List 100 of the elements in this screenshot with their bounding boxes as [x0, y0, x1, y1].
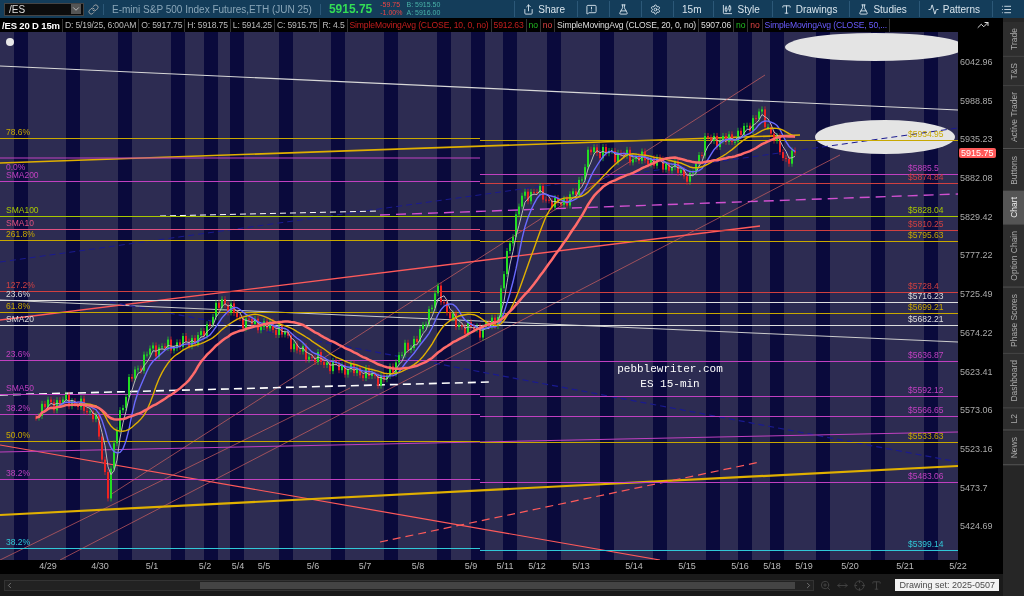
level-label: 0.0%: [6, 162, 26, 172]
studies-button[interactable]: Studies: [849, 1, 915, 17]
date-axis-label: 5/7: [358, 561, 372, 571]
interval-button[interactable]: 15m: [673, 1, 710, 17]
price-axis-label: 5473.7: [959, 481, 989, 494]
level-label: 38.2%: [6, 537, 31, 547]
price-axis-label: 5725.49: [959, 288, 994, 301]
info-field: /ES 20 D 15m: [0, 18, 63, 32]
price-label: $5828.04: [908, 205, 944, 215]
info-field: no: [526, 18, 541, 32]
date-axis-label: 5/12: [528, 561, 546, 571]
date-axis-label: 5/8: [411, 561, 425, 571]
sidebar-tab[interactable]: Dashboard: [1003, 353, 1024, 409]
price-axis-label: 5829.42: [959, 210, 994, 223]
sidebar-tab[interactable]: News: [1003, 430, 1024, 465]
level-label: 50.0%: [6, 430, 31, 440]
sidebar-tab[interactable]: L2: [1003, 408, 1024, 431]
date-axis-label: 5/14: [625, 561, 643, 571]
price-axis-label: 5623.41: [959, 365, 994, 378]
sidebar-tab[interactable]: Buttons: [1003, 149, 1024, 192]
price-axis-label: 6042.96: [959, 56, 994, 68]
date-axis-label: 5/22: [949, 561, 967, 571]
price-axis-label: 5935.23: [959, 133, 994, 146]
date-axis-label: 4/29: [39, 561, 57, 571]
date-axis-label: 5/1: [145, 561, 159, 571]
info-field: SimpleMovingAvg (CLOSE, 20, 0, no): [555, 18, 700, 32]
info-field: SimpleMovingAvg (CLOSE, 10, 0, no): [347, 18, 492, 32]
level-label: 23.6%: [6, 349, 31, 359]
price-label: $5566.65: [908, 405, 944, 415]
symbol-text: /ES: [9, 3, 26, 15]
date-axis-label: 5/19: [795, 561, 813, 571]
price-label: $5810.25: [908, 219, 944, 229]
level-label: 261.8%: [6, 229, 35, 239]
info-field: R: 4.5: [320, 18, 348, 32]
date-axis-label: 5/13: [572, 561, 590, 571]
level-label: 127.2%: [6, 280, 35, 290]
level-label: SMA100: [6, 205, 39, 215]
price-label: $5483.06: [908, 471, 944, 481]
price-axis-label: 5523.16: [959, 442, 994, 455]
info-field: 5907.06: [699, 18, 735, 32]
style-button[interactable]: Style: [713, 1, 768, 17]
price-axis-label: 5674.22: [959, 326, 994, 339]
date-axis-label: 5/20: [841, 561, 859, 571]
last-price: 5915.75: [327, 2, 374, 16]
info-field: D: 5/19/25, 6:00AM: [62, 18, 140, 32]
info-field: no: [748, 18, 763, 32]
sidebar-tab[interactable]: T&S: [1003, 56, 1024, 87]
sidebar-tab[interactable]: Phase Scores: [1003, 287, 1024, 354]
level-label: 78.6%: [6, 127, 31, 137]
date-axis-label: 5/4: [231, 561, 245, 571]
level-label: SMA10: [6, 218, 34, 228]
price-axis-label: 5882.08: [959, 172, 994, 185]
share-button[interactable]: Share: [514, 1, 573, 17]
level-label: 38.2%: [6, 468, 31, 478]
price-label: $5592.12: [908, 385, 944, 395]
level-label: 61.8%: [6, 301, 31, 311]
info-field: C: 5915.75: [274, 18, 321, 32]
price-label: $5795.63: [908, 230, 944, 240]
info-field: SimpleMovingAvg (CLOSE, 50,...: [762, 18, 890, 32]
price-label: $5728.4: [908, 281, 939, 291]
info-field: O: 5917.75: [139, 18, 186, 32]
sidebar-tab[interactable]: Active Trader: [1003, 86, 1024, 150]
price-label: $5399.14: [908, 539, 944, 549]
date-axis-label: 5/16: [731, 561, 749, 571]
price-label: $5682.21: [908, 314, 944, 324]
info-field: no: [734, 18, 749, 32]
sidebar-tab[interactable]: Option Chain: [1003, 225, 1024, 288]
level-label: 38.2%: [6, 403, 31, 413]
last-price-badge: 5915.75: [959, 148, 996, 158]
date-axis-label: 5/11: [496, 561, 514, 571]
price-label: $5699.21: [908, 302, 944, 312]
level-label: SMA50: [6, 383, 34, 393]
symbol-field[interactable]: /ES: [4, 2, 84, 16]
drawing-set-label[interactable]: Drawing set: 2025-0507: [895, 579, 999, 591]
price-axis-label: 5424.69: [959, 520, 994, 533]
sidebar-tab[interactable]: Chart: [1003, 191, 1024, 226]
level-label: 23.6%: [6, 289, 31, 299]
instrument-description: E-mini S&P 500 Index Futures,ETH (JUN 25): [103, 3, 321, 15]
price-axis-label: 5777.22: [959, 249, 994, 262]
date-axis-label: 4/30: [91, 561, 109, 571]
info-field: 5912.63: [491, 18, 527, 32]
date-axis-label: 5/9: [464, 561, 478, 571]
chart-annotation: ES 15-min: [640, 378, 700, 390]
date-axis-label: 5/15: [678, 561, 696, 571]
sidebar-tab[interactable]: Trade: [1003, 22, 1024, 57]
price-label: $5874.84: [908, 172, 944, 182]
date-axis-label: 5/5: [257, 561, 271, 571]
price-label: $5934.95: [908, 129, 944, 139]
date-axis-label: 5/2: [198, 561, 212, 571]
date-axis-label: 5/6: [306, 561, 320, 571]
date-axis-label: 5/21: [896, 561, 914, 571]
price-label: $5636.87: [908, 350, 944, 360]
patterns-button[interactable]: Patterns: [918, 1, 988, 17]
price-axis-label: 5573.06: [959, 404, 994, 417]
drawings-button[interactable]: Drawings: [771, 1, 846, 17]
info-field: no: [540, 18, 556, 32]
price-label: $5533.63: [908, 431, 944, 441]
chart-annotation: pebblewriter.com: [617, 363, 723, 375]
info-field: L: 5914.25: [230, 18, 275, 32]
date-axis-label: 5/18: [763, 561, 781, 571]
